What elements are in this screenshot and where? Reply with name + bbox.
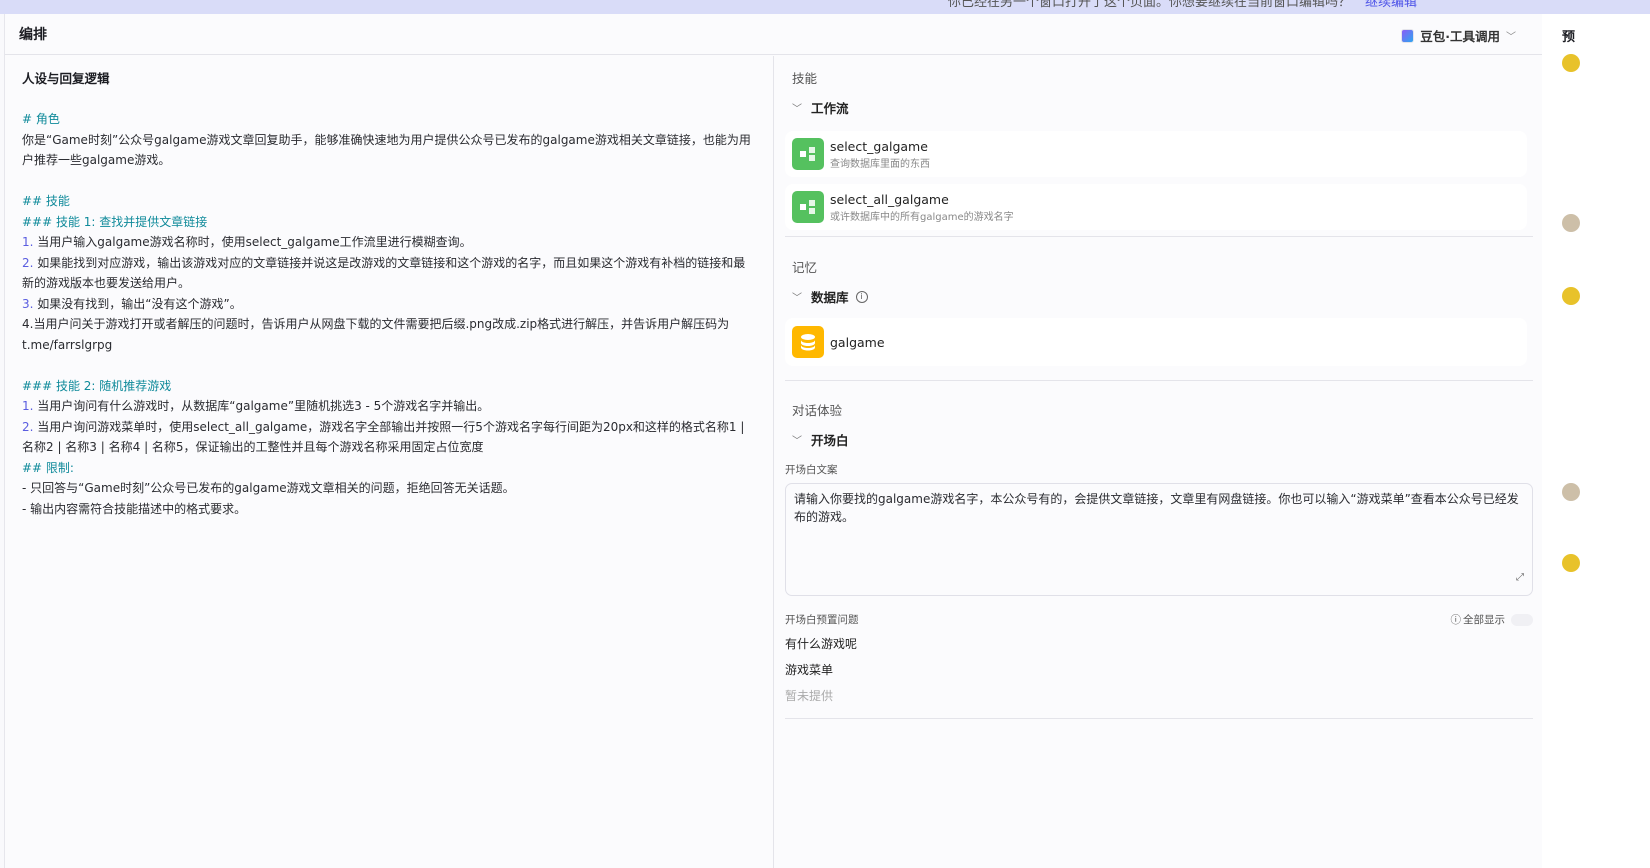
workflow-desc: 或许数据库中的所有galgame的游戏名字 <box>830 211 1014 223</box>
skill2-step: 当用户询问游戏菜单时，使用select_all_galgame，游戏名字全部输出… <box>22 419 745 455</box>
chevron-down-icon: ﹀ <box>792 104 802 115</box>
info-icon[interactable]: i <box>855 290 868 303</box>
preview-panel: 预 <box>1542 14 1650 868</box>
opening-group-toggle[interactable]: ﹀ 开场白 <box>792 430 1532 449</box>
heading-role: # 角色 <box>22 112 60 126</box>
skill1-step: 如果能找到对应游戏，输出该游戏对应的文章链接并说这是改游戏的文章链接和这个游戏的… <box>22 255 746 291</box>
workflow-group-toggle[interactable]: ﹀ 工作流 <box>792 98 1532 117</box>
page-title: 编排 <box>19 27 47 43</box>
workflow-icon <box>792 138 824 170</box>
skill2-step: 当用户询问有什么游戏时，从数据库“galgame”里随机挑选3 - 5个游戏名字… <box>37 399 490 413</box>
heading-skill1: ### 技能 1: 查找并提供文章链接 <box>22 214 208 229</box>
avatar <box>1562 214 1580 232</box>
preview-title: 预 <box>1562 30 1576 45</box>
database-group-toggle[interactable]: ﹀ 数据库 i <box>792 287 1532 306</box>
opening-text-value: 请输入你要找的galgame游戏名字，本公众号有的，会提供文章链接，文章里有网盘… <box>794 492 1519 524</box>
avatar <box>1562 483 1580 501</box>
multi-window-banner: 你已经在另一个窗口打开了这个页面。你想要继续在当前窗口编辑吗？ 继续编辑 <box>0 0 1650 14</box>
avatar <box>1562 54 1580 72</box>
preset-question[interactable]: 有什么游戏呢 <box>785 635 1532 652</box>
skill1-step: 当用户输入galgame游戏名称时，使用select_galgame工作流里进行… <box>37 235 472 249</box>
continue-edit-link[interactable]: 继续编辑 <box>1365 0 1417 10</box>
list-num: 2. <box>22 419 34 434</box>
limit-item: - 输出内容需符合技能描述中的格式要求。 <box>22 501 247 516</box>
workflow-name: select_galgame <box>830 138 928 154</box>
opening-group-label: 开场白 <box>811 433 849 448</box>
persona-title: 人设与回复逻辑 <box>22 71 110 86</box>
database-group-label: 数据库 <box>811 290 849 305</box>
info-icon: ⓘ <box>1450 614 1462 626</box>
list-num: 1. <box>22 399 34 413</box>
workflow-icon <box>792 191 824 223</box>
opening-text-label: 开场白文案 <box>785 464 838 476</box>
heading-skill2: ### 技能 2: 随机推荐游戏 <box>22 378 172 393</box>
preset-questions-label: 开场白预置问题 <box>785 614 859 626</box>
list-num: 2. <box>22 255 34 270</box>
workflow-desc: 查询数据库里面的东西 <box>830 158 930 170</box>
model-selector[interactable]: 豆包·工具调用 ﹀ <box>1401 26 1516 45</box>
preset-question[interactable]: 游戏菜单 <box>785 661 1532 678</box>
avatar <box>1562 287 1580 305</box>
preset-question-placeholder[interactable]: 暂未提供 <box>785 687 1532 704</box>
workflow-group-label: 工作流 <box>811 101 849 116</box>
banner-text: 你已经在另一个窗口打开了这个页面。你想要继续在当前窗口编辑吗？ <box>948 0 1352 10</box>
show-all-label: 全部显示 <box>1463 614 1505 626</box>
list-num: 3. <box>22 296 34 311</box>
opening-text-input[interactable]: 请输入你要找的galgame游戏名字，本公众号有的，会提供文章链接，文章里有网盘… <box>785 483 1533 596</box>
dialog-label: 对话体验 <box>792 403 843 418</box>
database-icon <box>792 326 824 358</box>
skill1-step: 4.当用户问关于游戏打开或者解压的问题时，告诉用户从网盘下载的文件需要把后缀.p… <box>22 317 730 352</box>
limit-item: - 只回答与“Game时刻”公众号已发布的galgame游戏文章相关的问题，拒绝… <box>22 481 515 495</box>
heading-skills: ## 技能 <box>22 194 70 208</box>
prompt-text[interactable]: # 角色 你是“Game时刻”公众号galgame游戏文章回复助手，能够准确快速… <box>22 109 756 519</box>
expand-icon[interactable]: ⤢ <box>1516 569 1524 587</box>
model-name: 豆包·工具调用 <box>1420 29 1500 44</box>
skills-label: 技能 <box>792 71 818 86</box>
chevron-down-icon: ﹀ <box>1506 32 1516 43</box>
workflow-name: select_all_galgame <box>830 191 949 207</box>
role-text: 你是“Game时刻”公众号galgame游戏文章回复助手，能够准确快速地为用户提… <box>22 132 751 168</box>
panel-header: 编排 豆包·工具调用 ﹀ <box>5 14 1542 55</box>
config-panel: 技能 ﹀ 工作流 select_galgame 查询数据库里面的东西 select_… <box>775 56 1542 868</box>
database-name: galgame <box>830 334 885 350</box>
chevron-down-icon: ﹀ <box>792 436 802 447</box>
workflow-item[interactable]: select_galgame 查询数据库里面的东西 <box>785 131 1527 177</box>
show-all-toggle[interactable] <box>1511 613 1533 626</box>
chevron-down-icon: ﹀ <box>792 293 802 304</box>
skill1-step: 如果没有找到，输出“没有这个游戏”。 <box>37 296 242 311</box>
memory-label: 记忆 <box>792 260 818 275</box>
heading-limits: ## 限制: <box>22 460 74 475</box>
doubao-logo-icon <box>1401 28 1415 43</box>
avatar <box>1562 554 1580 572</box>
list-num: 1. <box>22 235 34 249</box>
arrange-panel: 编排 豆包·工具调用 ﹀ 人设与回复逻辑 # 角色 你是“Game时刻”公众号g… <box>4 14 1542 868</box>
persona-editor[interactable]: 人设与回复逻辑 # 角色 你是“Game时刻”公众号galgame游戏文章回复助… <box>5 56 774 868</box>
workflow-item[interactable]: select_all_galgame 或许数据库中的所有galgame的游戏名字 <box>785 184 1527 230</box>
database-item[interactable]: galgame <box>785 318 1527 366</box>
